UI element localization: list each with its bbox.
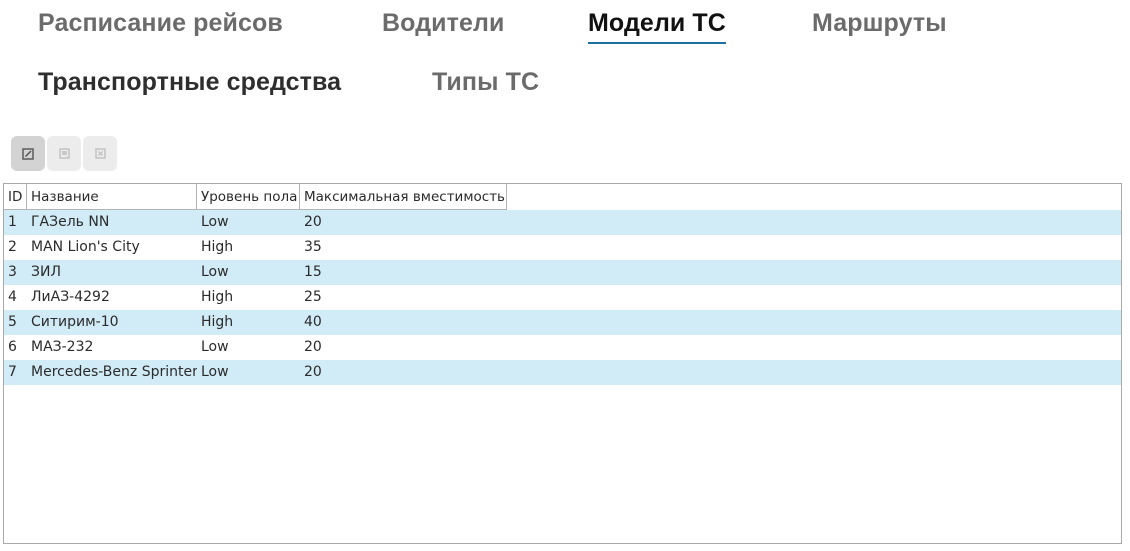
cell-id[interactable]: 2 (4, 235, 27, 260)
table-row[interactable]: 4 ЛиАЗ-4292 High 25 (4, 285, 1121, 310)
tab-flight-schedule[interactable]: Расписание рейсов (38, 8, 283, 38)
cell-max-capacity[interactable]: 20 (300, 210, 507, 235)
table-row[interactable]: 3 ЗИЛ Low 15 (4, 260, 1121, 285)
cell-name[interactable]: ЗИЛ (27, 260, 197, 285)
tab-vehicles[interactable]: Транспортные средства (38, 67, 341, 97)
cell-max-capacity[interactable]: 25 (300, 285, 507, 310)
cell-max-capacity[interactable]: 15 (300, 260, 507, 285)
table-row[interactable]: 6 МАЗ-232 Low 20 (4, 335, 1121, 360)
tab-routes[interactable]: Маршруты (812, 8, 947, 38)
cell-floor-level[interactable]: High (197, 285, 300, 310)
table-row[interactable]: 7 Mercedes-Benz Sprinter Low 20 (4, 360, 1121, 385)
column-header-name[interactable]: Название (27, 184, 197, 210)
delete-button[interactable] (83, 136, 117, 171)
cell-name[interactable]: ГАЗель NN (27, 210, 197, 235)
save-icon (58, 148, 70, 159)
cell-floor-level[interactable]: High (197, 235, 300, 260)
cell-floor-level[interactable]: Low (197, 335, 300, 360)
table-row[interactable]: 5 Ситирим-10 High 40 (4, 310, 1121, 335)
cell-name[interactable]: ЛиАЗ-4292 (27, 285, 197, 310)
tab-vehicle-types[interactable]: Типы ТС (432, 67, 539, 97)
table-row[interactable]: 2 MAN Lion's City High 35 (4, 235, 1121, 260)
cell-name[interactable]: МАЗ-232 (27, 335, 197, 360)
header-filler (507, 184, 1121, 210)
tab-vehicle-models[interactable]: Модели ТС (588, 8, 726, 44)
cell-name[interactable]: Mercedes-Benz Sprinter (27, 360, 197, 385)
cell-id[interactable]: 7 (4, 360, 27, 385)
cell-id[interactable]: 4 (4, 285, 27, 310)
main-window: Расписание рейсов Водители Модели ТС Мар… (0, 0, 1130, 551)
toolbar (11, 136, 117, 171)
table-header: ID Название Уровень пола Максимальная вм… (4, 184, 1121, 210)
cell-max-capacity[interactable]: 35 (300, 235, 507, 260)
cell-id[interactable]: 5 (4, 310, 27, 335)
cell-max-capacity[interactable]: 20 (300, 360, 507, 385)
cell-name[interactable]: Ситирим-10 (27, 310, 197, 335)
column-header-max-capacity[interactable]: Максимальная вместимость (300, 184, 507, 210)
cell-id[interactable]: 1 (4, 210, 27, 235)
delete-icon (94, 148, 106, 159)
table-body: 1 ГАЗель NN Low 20 2 MAN Lion's City Hig… (4, 210, 1121, 385)
save-button[interactable] (47, 136, 81, 171)
tab-drivers[interactable]: Водители (382, 8, 504, 38)
edit-button[interactable] (11, 136, 45, 171)
cell-name[interactable]: MAN Lion's City (27, 235, 197, 260)
column-header-floor-level[interactable]: Уровень пола (197, 184, 300, 210)
edit-icon (22, 147, 34, 160)
cell-floor-level[interactable]: Low (197, 260, 300, 285)
cell-floor-level[interactable]: High (197, 310, 300, 335)
table-row[interactable]: 1 ГАЗель NN Low 20 (4, 210, 1121, 235)
cell-id[interactable]: 6 (4, 335, 27, 360)
cell-floor-level[interactable]: Low (197, 360, 300, 385)
cell-max-capacity[interactable]: 20 (300, 335, 507, 360)
column-header-id[interactable]: ID (4, 184, 27, 210)
cell-id[interactable]: 3 (4, 260, 27, 285)
cell-floor-level[interactable]: Low (197, 210, 300, 235)
cell-max-capacity[interactable]: 40 (300, 310, 507, 335)
vehicle-models-table[interactable]: ID Название Уровень пола Максимальная вм… (3, 183, 1122, 544)
